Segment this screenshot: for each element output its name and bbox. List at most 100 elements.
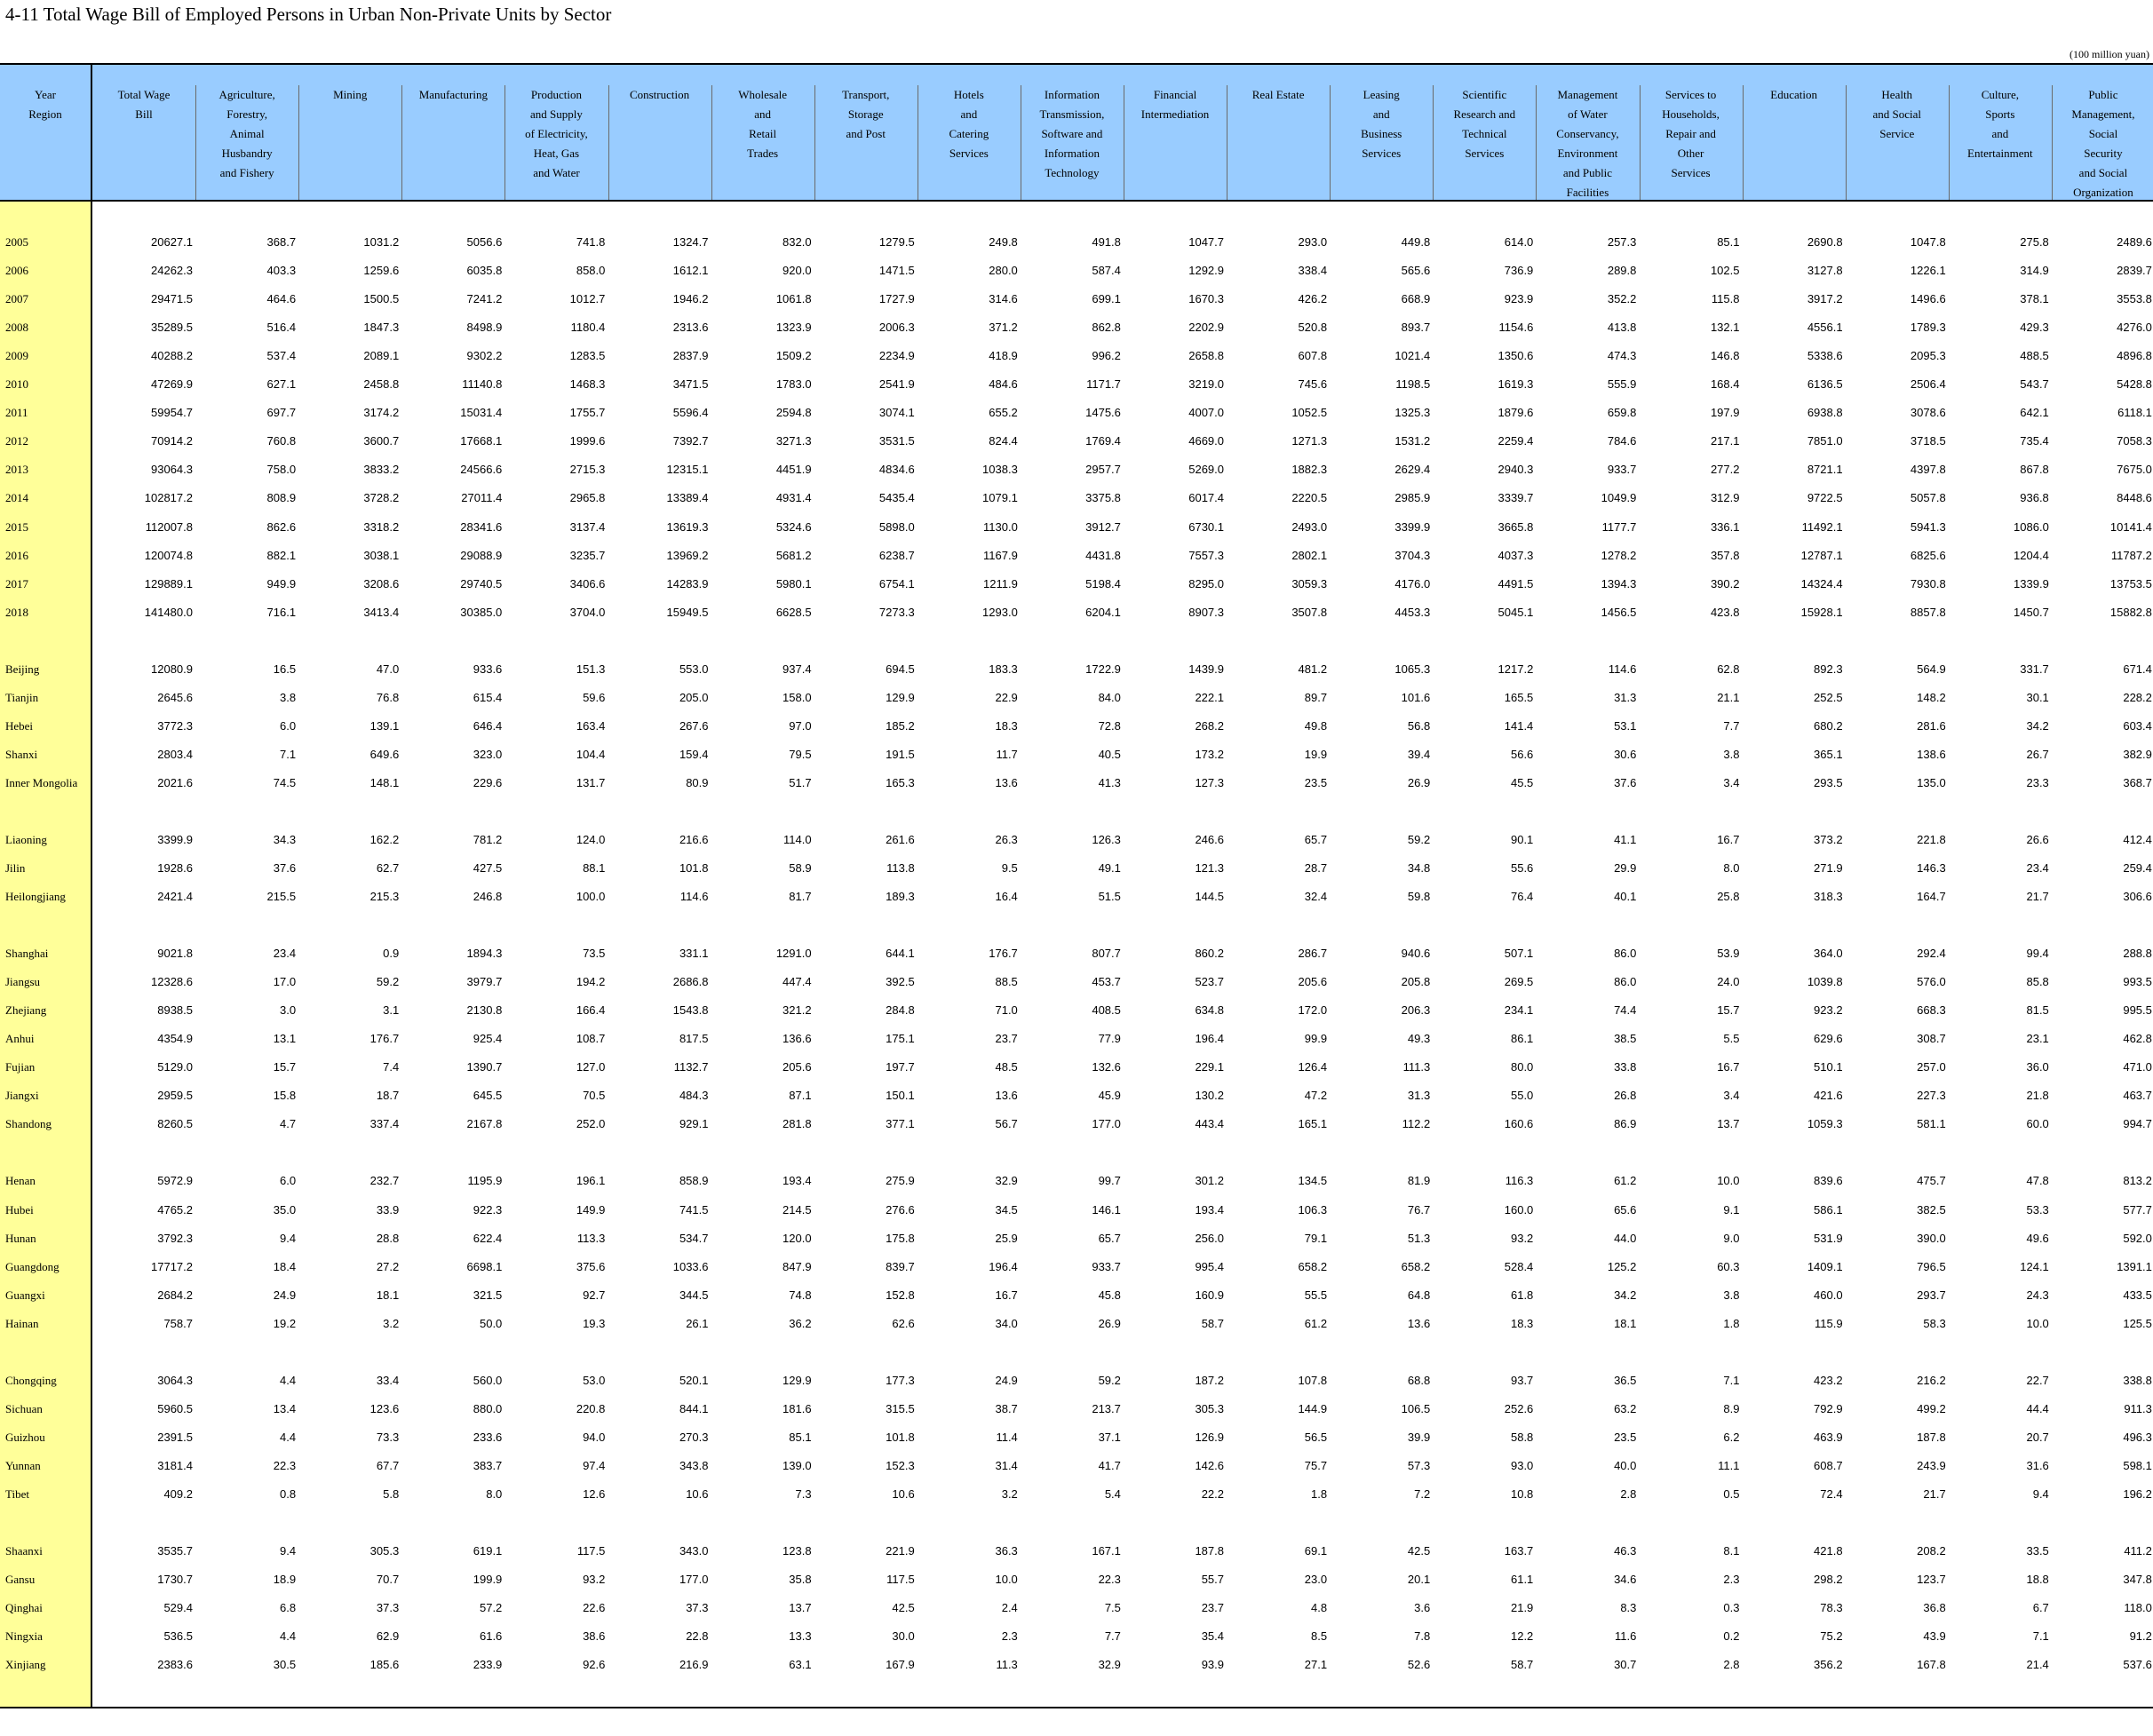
table-cell: 2690.8 <box>1807 235 1843 249</box>
table-cell: 29088.9 <box>460 548 503 562</box>
table-cell: 216.2 <box>1917 1373 1946 1387</box>
table-cell: 14324.4 <box>1800 576 1843 591</box>
table-cell: 318.3 <box>1814 890 1843 904</box>
table-cell: 4556.1 <box>1807 321 1843 335</box>
table-cell: 373.2 <box>1814 832 1843 846</box>
table-cell: 1177.7 <box>1601 519 1637 534</box>
row-label: Yunnan <box>5 1458 41 1472</box>
row-label: Zhejiang <box>5 1003 47 1018</box>
table-cell: 858.9 <box>679 1174 709 1188</box>
table-cell: 7.2 <box>1414 1486 1431 1501</box>
table-cell: 368.7 <box>266 235 297 249</box>
table-cell: 222.1 <box>1195 690 1224 704</box>
table-cell: 528.4 <box>1504 1259 1534 1273</box>
table-cell: 35.4 <box>1201 1629 1224 1644</box>
column-header: Mining <box>333 88 368 101</box>
table-cell: 925.4 <box>473 1032 503 1046</box>
table-cell: 6.0 <box>280 1174 297 1188</box>
table-cell: 134.5 <box>1298 1174 1328 1188</box>
table-cell: 27.2 <box>376 1259 400 1273</box>
row-label: Shandong <box>5 1117 52 1131</box>
table-cell: 2489.6 <box>2117 235 2152 249</box>
table-cell: 3271.3 <box>775 434 812 448</box>
table-cell: 73.3 <box>376 1430 400 1444</box>
table-cell: 646.4 <box>473 718 503 733</box>
table-cell: 343.8 <box>679 1458 709 1472</box>
table-cell: 460.0 <box>1814 1288 1843 1302</box>
table-cell: 6.8 <box>280 1601 297 1615</box>
table-cell: 5435.4 <box>878 491 915 505</box>
header-separator <box>298 85 300 200</box>
table-cell: 1204.4 <box>2014 548 2049 562</box>
table-cell: 86.9 <box>1614 1117 1637 1131</box>
table-cell: 9.1 <box>1723 1202 1740 1217</box>
table-cell: 844.1 <box>679 1401 709 1415</box>
table-cell: 271.9 <box>1814 861 1843 875</box>
table-cell: 104.4 <box>576 747 606 761</box>
table-cell: 936.8 <box>2020 491 2049 505</box>
table-cell: 2259.4 <box>1498 434 1534 448</box>
table-cell: 113.3 <box>576 1231 606 1245</box>
row-label: 2012 <box>5 434 28 448</box>
table-cell: 2594.8 <box>775 406 812 420</box>
table-cell: 47269.9 <box>151 377 193 392</box>
table-cell: 2837.9 <box>672 349 709 363</box>
table-cell: 1130.0 <box>983 519 1018 534</box>
table-cell: 2506.4 <box>1910 377 1946 392</box>
table-cell: 15.7 <box>273 1060 297 1074</box>
table-cell: 166.4 <box>576 1003 606 1018</box>
table-cell: 1783.0 <box>775 377 812 392</box>
row-label: Xinjiang <box>5 1658 46 1672</box>
table-cell: 61.2 <box>1304 1316 1328 1330</box>
table-cell: 160.9 <box>1195 1288 1224 1302</box>
table-cell: 39.9 <box>1407 1430 1431 1444</box>
row-label: Chongqing <box>5 1373 57 1387</box>
table-cell: 7930.8 <box>1910 576 1946 591</box>
table-cell: 824.4 <box>989 434 1018 448</box>
header-separator <box>814 85 815 200</box>
table-cell: 23.1 <box>2026 1032 2049 1046</box>
table-cell: 357.8 <box>1710 548 1740 562</box>
table-cell: 668.3 <box>1917 1003 1946 1018</box>
table-cell: 2957.7 <box>1085 463 1121 477</box>
table-cell: 276.6 <box>886 1202 915 1217</box>
table-cell: 56.8 <box>1407 718 1431 733</box>
table-cell: 234.1 <box>1504 1003 1534 1018</box>
table-cell: 6118.1 <box>2117 406 2152 420</box>
table-cell: 1283.5 <box>569 349 606 363</box>
row-label: Hubei <box>5 1202 34 1217</box>
table-cell: 321.2 <box>783 1003 812 1018</box>
table-cell: 510.1 <box>1814 1060 1843 1074</box>
row-label: Ningxia <box>5 1629 43 1644</box>
table-cell: 46.3 <box>1614 1544 1637 1558</box>
table-cell: 11.7 <box>996 747 1018 761</box>
table-cell: 3507.8 <box>1291 605 1328 619</box>
table-cell: 243.9 <box>1917 1458 1946 1472</box>
table-cell: 680.2 <box>1814 718 1843 733</box>
table-cell: 3792.3 <box>157 1231 193 1245</box>
table-cell: 8448.6 <box>2117 491 2152 505</box>
row-label: 2016 <box>5 548 28 562</box>
table-cell: 132.1 <box>1710 321 1740 335</box>
table-cell: 111.3 <box>1402 1060 1431 1074</box>
table-cell: 61.6 <box>479 1629 503 1644</box>
table-cell: 70.5 <box>583 1089 606 1103</box>
table-cell: 164.7 <box>1917 890 1946 904</box>
table-cell: 22.8 <box>686 1629 709 1644</box>
table-cell: 6017.4 <box>1188 491 1224 505</box>
table-cell: 1879.6 <box>1498 406 1534 420</box>
table-cell: 125.2 <box>1607 1259 1637 1273</box>
table-cell: 37.3 <box>686 1601 709 1615</box>
table-cell: 475.7 <box>1917 1174 1946 1188</box>
table-cell: 305.3 <box>1195 1401 1224 1415</box>
table-cell: 655.2 <box>989 406 1018 420</box>
table-cell: 24566.6 <box>460 463 503 477</box>
table-cell: 3728.2 <box>363 491 400 505</box>
table-cell: 229.6 <box>473 775 503 789</box>
table-cell: 85.1 <box>1717 235 1740 249</box>
column-header: Manufacturing <box>418 88 488 101</box>
table-cell: 337.4 <box>369 1117 400 1131</box>
table-cell: 520.1 <box>679 1373 709 1387</box>
table-cell: 1946.2 <box>672 292 709 306</box>
table-cell: 213.7 <box>1092 1401 1121 1415</box>
